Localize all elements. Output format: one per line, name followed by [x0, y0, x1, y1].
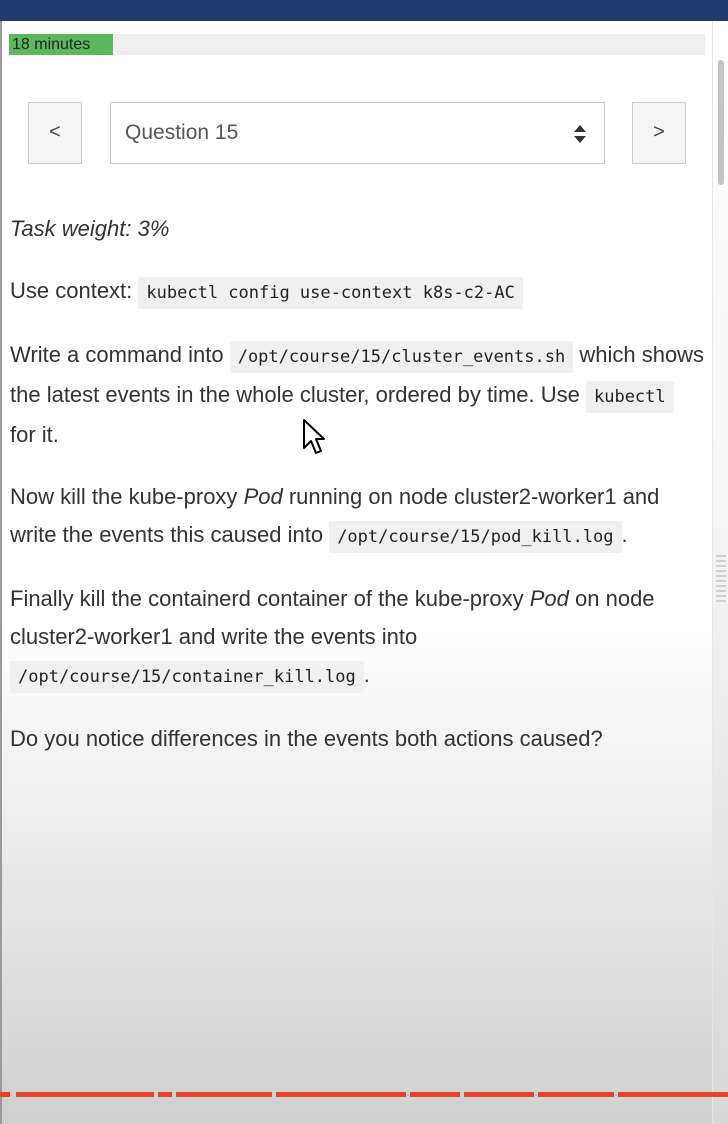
progress-segment	[0, 1092, 10, 1097]
progress-segment	[276, 1092, 406, 1097]
write-prefix: Write a command into	[10, 342, 224, 367]
previous-question-button[interactable]: <	[28, 102, 82, 164]
task-weight: Task weight: 3%	[10, 216, 170, 241]
top-bar	[0, 0, 728, 21]
progress-segment	[158, 1092, 172, 1097]
kubectl-code: kubectl	[585, 381, 674, 413]
cluster-events-file: /opt/course/15/cluster_events.sh	[229, 341, 574, 373]
sort-arrows-icon	[574, 125, 586, 143]
timer-label: 18 minutes	[9, 34, 114, 55]
context-command: kubectl config use-context k8s-c2-AC	[138, 277, 523, 309]
kill-prefix: Now kill the kube-proxy	[10, 484, 238, 509]
resize-grip[interactable]	[716, 555, 726, 605]
context-paragraph: Use context: kubectl config use-context …	[10, 272, 705, 312]
pod-kill-log-file: /opt/course/15/pod_kill.log	[329, 521, 622, 553]
progress-segment	[618, 1092, 728, 1097]
final-period: .	[363, 662, 370, 687]
progress-segment	[538, 1092, 614, 1097]
final-pod-word: Pod	[529, 586, 569, 611]
question-content: Task weight: 3% Use context: kubectl con…	[10, 210, 705, 758]
context-prefix: Use context:	[10, 278, 133, 303]
kill-pod-paragraph: Now kill the kube-proxy Pod running on n…	[10, 478, 705, 556]
write-suffix: for it.	[10, 422, 59, 447]
closing-question: Do you notice differences in the events …	[10, 726, 603, 751]
progress-segment	[464, 1092, 534, 1097]
kill-container-paragraph: Finally kill the containerd container of…	[10, 580, 705, 696]
progress-segment	[16, 1092, 154, 1097]
write-command-paragraph: Write a command into /opt/course/15/clus…	[10, 336, 705, 454]
kill-period: .	[621, 522, 628, 547]
next-question-button[interactable]: >	[632, 102, 686, 164]
video-progress-line	[0, 1092, 728, 1097]
kill-pod-word: Pod	[243, 484, 283, 509]
container-kill-log-file: /opt/course/15/container_kill.log	[10, 661, 364, 693]
window-edge	[0, 21, 2, 1124]
mouse-cursor-icon	[303, 419, 325, 454]
scrollbar-thumb[interactable]	[718, 60, 724, 185]
progress-segment	[176, 1092, 272, 1097]
final-prefix: Finally kill the containerd container of…	[10, 586, 524, 611]
timer-progress-bar: 18 minutes	[9, 34, 705, 55]
progress-segment	[410, 1092, 460, 1097]
question-select-value: Question 15	[125, 121, 239, 144]
question-select[interactable]: Question 15	[110, 102, 605, 164]
